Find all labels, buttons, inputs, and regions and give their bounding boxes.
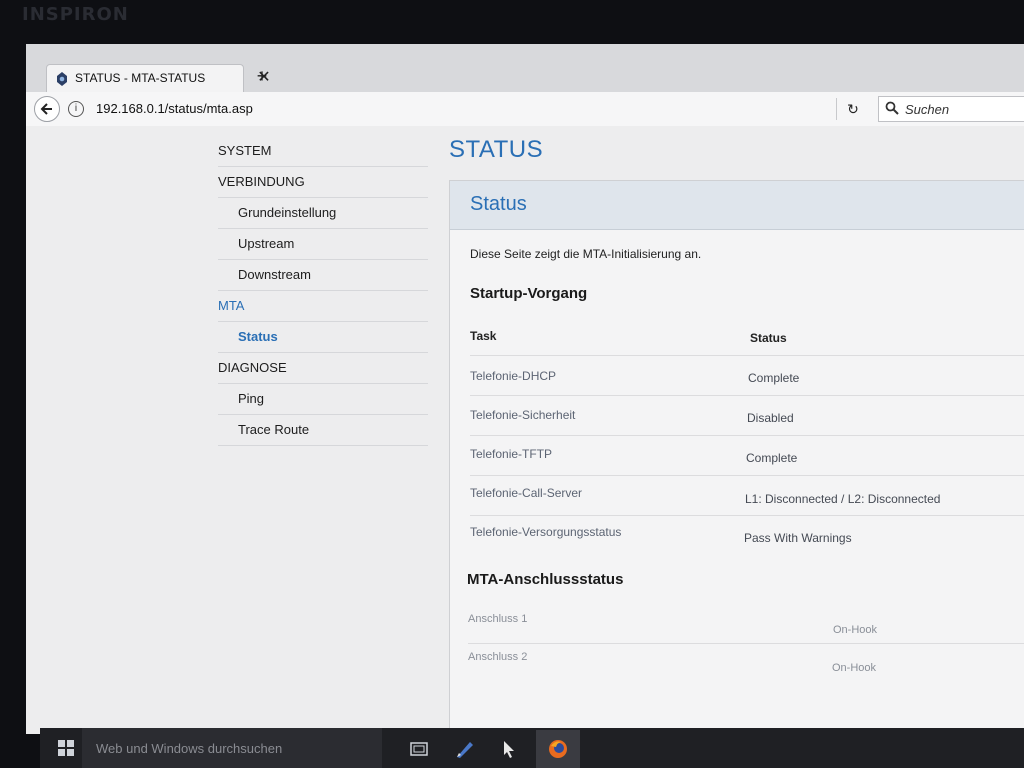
port-cell: Anschluss 2 <box>468 651 528 663</box>
toolbar-divider <box>836 98 837 120</box>
screen: STATUS - MTA-STATUS ✕ + i 192.168.0.1/st… <box>26 44 1024 734</box>
taskbar-search-input[interactable]: Web und Windows durchsuchen <box>82 728 382 768</box>
back-arrow-icon <box>40 103 52 115</box>
pointer-app-icon[interactable] <box>498 738 520 760</box>
column-header-status: Status <box>750 331 787 345</box>
port-status-cell: On-Hook <box>832 662 877 674</box>
search-input[interactable]: Suchen <box>878 96 1024 122</box>
browser-tab[interactable]: STATUS - MTA-STATUS ✕ <box>46 64 271 93</box>
page-title: STATUS <box>449 136 544 163</box>
sidebar-item-ping[interactable]: Ping <box>218 384 428 415</box>
sidebar-item-mta[interactable]: MTA <box>218 291 428 322</box>
sidebar-item-upstream[interactable]: Upstream <box>218 229 428 260</box>
firefox-taskbar-button[interactable] <box>536 730 580 768</box>
firefox-icon <box>549 740 567 758</box>
search-placeholder: Suchen <box>905 102 950 117</box>
task-cell: Telefonie-DHCP <box>470 369 557 383</box>
page-description: Diese Seite zeigt die MTA-Initialisierun… <box>470 247 702 261</box>
row-divider <box>470 435 1024 436</box>
taskbar-search-placeholder: Web und Windows durchsuchen <box>96 741 283 756</box>
info-icon[interactable]: i <box>68 101 84 117</box>
taskbar: Web und Windows durchsuchen <box>40 728 1024 768</box>
windows-start-icon[interactable] <box>58 740 74 756</box>
favicon-icon <box>57 72 67 86</box>
startup-section-title: Startup-Vorgang <box>470 285 588 302</box>
row-divider <box>470 515 1024 516</box>
back-button[interactable] <box>34 96 60 122</box>
port-status-cell: On-Hook <box>833 624 878 636</box>
task-view-icon[interactable] <box>408 738 430 760</box>
status-cell: Complete <box>746 451 798 465</box>
row-divider <box>470 355 1024 356</box>
page-content: SYSTEM VERBINDUNG Grundeinstellung Upstr… <box>26 126 1024 734</box>
panel-header: Status <box>450 181 1024 230</box>
task-cell: Telefonie-Versorgungsstatus <box>470 525 622 539</box>
status-panel: Status Diese Seite zeigt die MTA-Initial… <box>449 180 1024 734</box>
row-divider <box>470 395 1024 396</box>
address-bar[interactable]: 192.168.0.1/status/mta.asp <box>96 101 253 116</box>
task-cell: Telefonie-TFTP <box>470 447 553 461</box>
pen-icon[interactable] <box>454 738 476 760</box>
panel-title: Status <box>470 193 527 215</box>
task-cell: Telefonie-Sicherheit <box>470 408 576 422</box>
status-cell: Pass With Warnings <box>744 531 852 545</box>
column-header-task: Task <box>470 329 497 343</box>
row-divider <box>468 643 1024 644</box>
sidebar-item-system[interactable]: SYSTEM <box>218 136 428 167</box>
sidebar-item-downstream[interactable]: Downstream <box>218 260 428 291</box>
tab-title: STATUS - MTA-STATUS <box>75 71 206 85</box>
sidebar-item-diagnose[interactable]: DIAGNOSE <box>218 353 428 384</box>
task-cell: Telefonie-Call-Server <box>470 486 583 500</box>
status-cell: Complete <box>748 371 800 385</box>
new-tab-button[interactable]: + <box>253 67 271 85</box>
status-cell: L1: Disconnected / L2: Disconnected <box>745 492 941 506</box>
row-divider <box>470 475 1024 476</box>
ports-section-title: MTA-Anschlussstatus <box>467 571 624 588</box>
navigation-bar: i 192.168.0.1/status/mta.asp ↻ Suchen <box>26 92 1024 127</box>
brand-logo: INSPIRON <box>22 4 129 25</box>
sidebar-item-status[interactable]: Status <box>218 322 428 353</box>
status-cell: Disabled <box>747 411 794 425</box>
tab-bar: STATUS - MTA-STATUS ✕ + <box>26 44 1024 93</box>
sidebar-item-grundeinstellung[interactable]: Grundeinstellung <box>218 198 428 229</box>
sidebar-item-verbindung[interactable]: VERBINDUNG <box>218 167 428 198</box>
sidebar-nav: SYSTEM VERBINDUNG Grundeinstellung Upstr… <box>218 136 428 446</box>
sidebar-item-trace-route[interactable]: Trace Route <box>218 415 428 446</box>
port-cell: Anschluss 1 <box>468 613 528 625</box>
reload-icon[interactable]: ↻ <box>841 98 865 120</box>
search-icon <box>885 101 899 115</box>
